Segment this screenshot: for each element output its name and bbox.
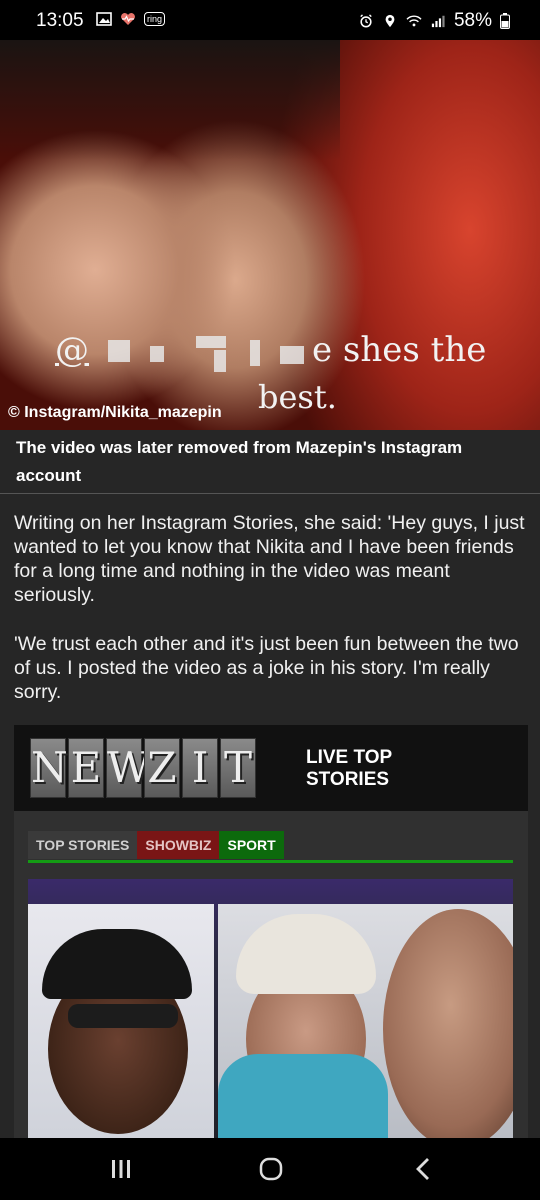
home-icon[interactable] <box>258 1156 284 1182</box>
status-left-icons: ring <box>96 12 166 26</box>
story-image-left-panel <box>28 904 214 1141</box>
story-thumbnail[interactable] <box>28 879 513 1141</box>
battery-icon <box>500 13 510 29</box>
tab-top-stories[interactable]: TOP STORIES <box>28 831 138 859</box>
system-nav-bar <box>0 1138 540 1200</box>
tab-sport[interactable]: SPORT <box>219 831 284 859</box>
signal-icon <box>431 15 445 28</box>
article-hero-image[interactable]: @ e shes the best. © Instagram/Nikita_ma… <box>0 40 540 430</box>
alarm-icon <box>360 14 372 28</box>
story-tabs: TOP STORIES SHOWBIZ SPORT <box>28 831 284 859</box>
image-caption: The video was later removed from Mazepin… <box>16 438 463 485</box>
live-top-stories-label: LIVE TOP STORIES <box>306 747 392 790</box>
back-icon[interactable] <box>412 1156 434 1182</box>
logo-letter: E <box>68 738 104 798</box>
sunglasses <box>68 1004 178 1028</box>
newzit-widget-body: TOP STORIES SHOWBIZ SPORT <box>14 811 528 1141</box>
logo-letter: N <box>30 738 68 798</box>
pixelated-username <box>108 340 130 362</box>
logo-letter: I <box>182 738 218 798</box>
tabs-underline <box>28 860 513 863</box>
hero-overlay-text-2: best. <box>258 378 337 416</box>
logo-letter: W <box>106 738 150 798</box>
status-right-icons: 58% <box>358 10 510 32</box>
logo-letter: T <box>220 738 256 798</box>
pixelated-username <box>250 340 260 366</box>
hero-overlay-text-1b: e shes the <box>312 330 487 370</box>
ring-icon: ring <box>144 12 166 26</box>
battery-percent: 58% <box>453 10 492 31</box>
cap <box>42 929 192 999</box>
gallery-icon <box>96 12 112 26</box>
wifi-icon <box>406 15 422 27</box>
pixelated-username <box>196 336 226 348</box>
newzit-logo[interactable]: N E W Z I T <box>30 738 256 798</box>
hood <box>218 1054 388 1141</box>
hero-overlay-at: @ <box>55 330 89 370</box>
newzit-widget-header[interactable]: N E W Z I T LIVE TOP STORIES <box>14 725 528 811</box>
heart-monitor-icon <box>121 13 135 25</box>
recent-apps-icon[interactable] <box>110 1158 132 1180</box>
pixelated-username <box>214 350 226 372</box>
tab-showbiz[interactable]: SHOWBIZ <box>137 831 220 859</box>
pixelated-username <box>280 346 304 364</box>
logo-letter: Z <box>144 738 180 798</box>
status-time: 13:05 <box>36 10 84 31</box>
status-bar: 13:05 ring 58% <box>0 0 540 40</box>
article-paragraph: 'We trust each other and it's just been … <box>14 633 519 703</box>
beanie <box>236 914 376 994</box>
location-icon <box>385 14 395 28</box>
hero-overlay-text-1: @ <box>55 330 89 370</box>
story-image-right-panel <box>218 904 513 1141</box>
caption-divider <box>0 493 540 494</box>
hero-shadow <box>0 40 340 160</box>
person-face <box>383 909 513 1141</box>
pixelated-username <box>150 346 164 362</box>
image-credit: © Instagram/Nikita_mazepin <box>8 404 222 421</box>
article-paragraph: Writing on her Instagram Stories, she sa… <box>14 512 525 606</box>
